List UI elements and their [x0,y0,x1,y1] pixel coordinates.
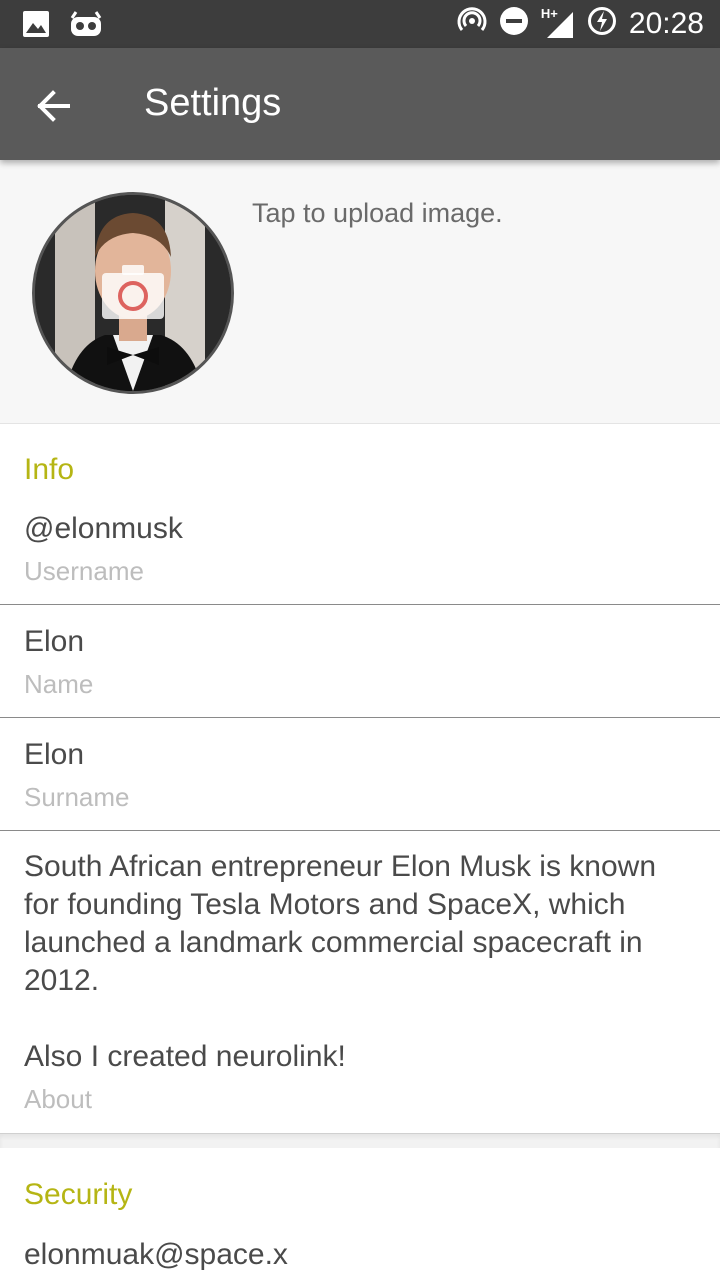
info-section-title: Info [24,453,75,486]
about-line: 2012. [24,964,100,997]
divider [0,830,720,831]
status-time: 20:28 [628,6,704,40]
divider [0,604,720,605]
username-value: @elonmusk [24,512,183,545]
username-label: Username [24,556,144,586]
name-value: Elon [24,625,85,658]
status-bar-right: H+ 20:28 [457,6,704,41]
security-section: Security elonmuak@space.x [0,1148,720,1280]
about-label: About [24,1084,92,1114]
username-field[interactable]: @elonmusk Username [0,506,720,604]
camera-icon [102,265,164,319]
about-field[interactable]: South African entrepreneur Elon Musk is … [0,848,720,1128]
arrow-back-icon [37,90,70,122]
surname-value: Elon [24,738,85,771]
status-bar-left [22,10,102,43]
image-icon [22,10,50,43]
name-label: Name [24,669,94,699]
avatar[interactable] [32,192,234,394]
app-bar: Settings [0,48,720,160]
do-not-disturb-icon [499,6,529,41]
email-field[interactable]: elonmuak@space.x [0,1232,720,1280]
surname-field[interactable]: Elon Surname [0,732,720,830]
about-line: for founding Tesla Motors and SpaceX, wh… [24,888,626,921]
hotspot-icon [457,6,487,41]
android-cyanogen-icon [70,10,102,43]
page-title: Settings [144,82,282,124]
signal-icon: H+ [540,5,575,40]
security-section-title: Security [24,1178,133,1211]
divider [0,717,720,718]
upload-image-hint[interactable]: Tap to upload image. [252,198,503,229]
about-line: launched a landmark commercial spacecraf… [24,926,643,959]
name-field[interactable]: Elon Name [0,619,720,717]
info-section: Info @elonmusk Username Elon Name Elon S… [0,424,720,1133]
section-gap [0,1133,720,1148]
profile-header: Tap to upload image. [0,160,720,424]
about-line: Also I created neurolink! [24,1040,346,1073]
battery-charging-icon [587,6,617,41]
surname-label: Surname [24,782,130,812]
about-line: South African entrepreneur Elon Musk is … [24,850,657,883]
email-value: elonmuak@space.x [24,1238,288,1271]
network-type-label: H+ [540,5,558,21]
back-button[interactable] [26,78,82,134]
status-bar: H+ 20:28 [0,0,720,48]
